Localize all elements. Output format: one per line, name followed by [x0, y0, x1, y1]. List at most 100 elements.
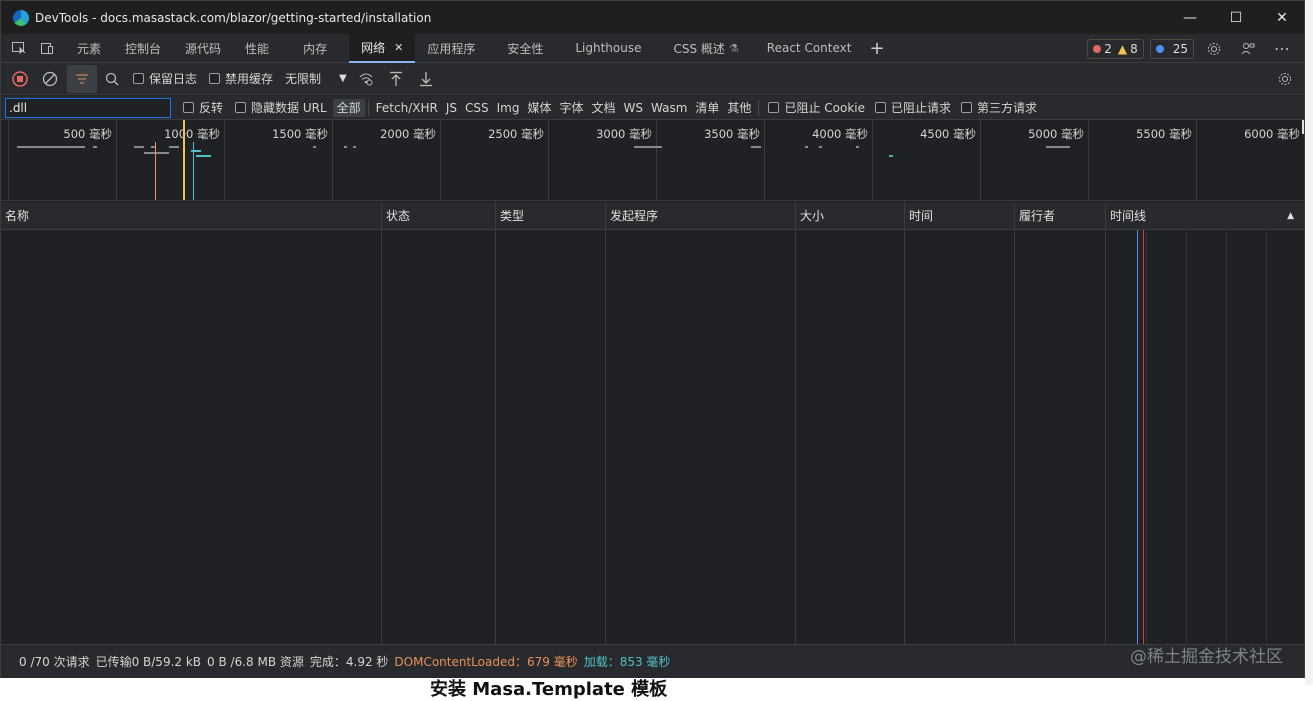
- tab-sources[interactable]: 源代码: [173, 34, 233, 63]
- clear-icon[interactable]: [35, 65, 65, 93]
- tick-label: 5000 毫秒: [1028, 127, 1084, 141]
- disable-cache-box[interactable]: [209, 73, 221, 84]
- third-party-checkbox[interactable]: 第三方请求: [961, 99, 1037, 116]
- disable-cache-checkbox[interactable]: 禁用缓存: [209, 70, 273, 87]
- tick-label: 3500 毫秒: [704, 127, 760, 141]
- filter-type-doc[interactable]: 文档: [588, 99, 620, 117]
- tab-css-overview[interactable]: CSS 概述 ⚗: [653, 34, 750, 63]
- flask-icon: ⚗: [728, 41, 739, 55]
- divider: [758, 99, 760, 116]
- network-settings-gear-icon[interactable]: [1270, 65, 1300, 93]
- filter-type-img[interactable]: Img: [493, 99, 524, 117]
- panel-tabs-bar: 元素 控制台 源代码 性能 内存 网络 ✕ 应用程序 安全性 Lighthous…: [1, 33, 1304, 63]
- minimize-button[interactable]: —: [1167, 1, 1213, 34]
- invert-checkbox[interactable]: 反转: [183, 99, 223, 116]
- preserve-log-box[interactable]: [133, 73, 144, 84]
- overview-window-handle[interactable]: [1302, 120, 1304, 134]
- filter-bar: 反转 隐藏数据 URL 全部 Fetch/XHR JS CSS Img 媒体 字…: [1, 96, 1304, 120]
- blocked-requests-label: 已阻止请求: [890, 101, 951, 115]
- filter-type-font[interactable]: 字体: [555, 99, 587, 117]
- resources-size: 0 B /6.8 MB 资源: [207, 655, 304, 669]
- column-size[interactable]: 大小: [795, 202, 904, 230]
- overview-request-bar: [805, 146, 808, 148]
- filter-type-manifest[interactable]: 清单: [691, 99, 723, 117]
- throttle-select[interactable]: 无限制 ▼: [285, 70, 347, 87]
- column-fulfilled-by[interactable]: 履行者: [1014, 202, 1105, 230]
- tab-network[interactable]: 网络 ✕: [349, 33, 416, 63]
- third-party-box[interactable]: [961, 102, 972, 113]
- column-type[interactable]: 类型: [495, 202, 605, 230]
- device-toolbar-icon[interactable]: [33, 34, 61, 62]
- hide-data-urls-label: 隐藏数据 URL: [251, 101, 327, 115]
- hide-data-urls-box[interactable]: [235, 102, 247, 113]
- filter-type-other[interactable]: 其他: [723, 99, 755, 117]
- tick-label: 4000 毫秒: [812, 127, 868, 141]
- invert-box[interactable]: [183, 102, 194, 113]
- tab-security[interactable]: 安全性: [487, 34, 555, 63]
- preserve-log-checkbox[interactable]: 保留日志: [133, 70, 197, 87]
- column-divider: [381, 230, 382, 644]
- overview-request-bar: [196, 155, 211, 157]
- filter-type-css[interactable]: CSS: [461, 99, 493, 117]
- tab-lighthouse[interactable]: Lighthouse: [555, 34, 653, 63]
- column-initiator[interactable]: 发起程序: [605, 202, 795, 230]
- overview-request-bar: [344, 146, 347, 148]
- tick-label: 5500 毫秒: [1136, 127, 1192, 141]
- blocked-requests-box[interactable]: [874, 102, 886, 113]
- tick-label: 500 毫秒: [63, 127, 112, 141]
- timeline-overview[interactable]: 500 毫秒 1000 毫秒 1500 毫秒 2000 毫秒 2500 毫秒 3…: [1, 120, 1304, 201]
- overview-tick: 4000 毫秒: [764, 120, 872, 200]
- dom-content-loaded-marker: [155, 142, 156, 200]
- filter-type-all[interactable]: 全部: [332, 98, 365, 117]
- finish-time: 完成：4.92 秒: [309, 655, 389, 669]
- console-counts-badge[interactable]: 2 ▲ 8: [1087, 38, 1144, 59]
- filter-input[interactable]: [5, 97, 171, 118]
- record-stop-icon[interactable]: [5, 65, 35, 93]
- hide-data-urls-checkbox[interactable]: 隐藏数据 URL: [235, 99, 327, 116]
- column-status[interactable]: 状态: [381, 202, 495, 230]
- filter-type-ws[interactable]: WS: [620, 99, 647, 117]
- import-har-icon[interactable]: [381, 65, 411, 93]
- overview-request-bar: [313, 146, 316, 148]
- tab-performance[interactable]: 性能: [233, 34, 281, 63]
- issues-badge[interactable]: 25: [1149, 38, 1194, 59]
- settings-gear-icon[interactable]: [1200, 35, 1228, 63]
- overview-tick: 3000 毫秒: [548, 120, 656, 200]
- blocked-cookies-box[interactable]: [768, 102, 780, 113]
- filter-icon[interactable]: [67, 64, 97, 93]
- dom-content-loaded-line: [1137, 230, 1138, 644]
- close-tab-icon[interactable]: ✕: [394, 41, 403, 54]
- waterfall-grid-line: [1186, 230, 1187, 644]
- blocked-cookies-label: 已阻止 Cookie: [784, 101, 865, 115]
- overview-tick: 3500 毫秒: [656, 120, 764, 200]
- tab-application[interactable]: 应用程序: [415, 34, 487, 63]
- close-window-button[interactable]: ✕: [1259, 1, 1305, 34]
- tab-elements[interactable]: 元素: [61, 34, 113, 63]
- add-tab-button[interactable]: +: [863, 34, 896, 63]
- export-har-icon[interactable]: [411, 65, 441, 93]
- column-waterfall[interactable]: 时间线 ▲: [1105, 202, 1304, 230]
- column-name[interactable]: 名称: [1, 202, 381, 230]
- filter-type-fetch-xhr[interactable]: Fetch/XHR: [372, 99, 442, 117]
- filter-type-media[interactable]: 媒体: [523, 99, 555, 117]
- column-time[interactable]: 时间: [904, 202, 1014, 230]
- tab-console[interactable]: 控制台: [113, 34, 173, 63]
- filter-type-wasm[interactable]: Wasm: [647, 99, 691, 117]
- status-bar: 0 /70 次请求 已传输0 B/59.2 kB 0 B /6.8 MB 资源 …: [1, 644, 1304, 678]
- blocked-requests-checkbox[interactable]: 已阻止请求: [874, 99, 951, 116]
- overview-window-handle[interactable]: [183, 120, 185, 200]
- blocked-cookies-checkbox[interactable]: 已阻止 Cookie: [768, 99, 865, 116]
- watermark: @稀土掘金技术社区: [1130, 647, 1283, 667]
- devtools-window: DevTools - docs.masastack.com/blazor/get…: [0, 0, 1305, 678]
- feedback-icon[interactable]: [1234, 35, 1262, 63]
- issues-count-value: 25: [1172, 41, 1188, 56]
- network-conditions-icon[interactable]: [351, 65, 381, 93]
- tick-label: 1000 毫秒: [164, 127, 220, 141]
- inspect-element-icon[interactable]: [5, 34, 33, 62]
- maximize-button[interactable]: ☐: [1213, 1, 1259, 34]
- tab-memory[interactable]: 内存: [281, 34, 339, 63]
- tab-react-context[interactable]: React Context: [751, 34, 864, 63]
- filter-type-js[interactable]: JS: [442, 99, 461, 117]
- more-options-icon[interactable]: ⋯: [1268, 35, 1296, 63]
- search-icon[interactable]: [97, 65, 127, 93]
